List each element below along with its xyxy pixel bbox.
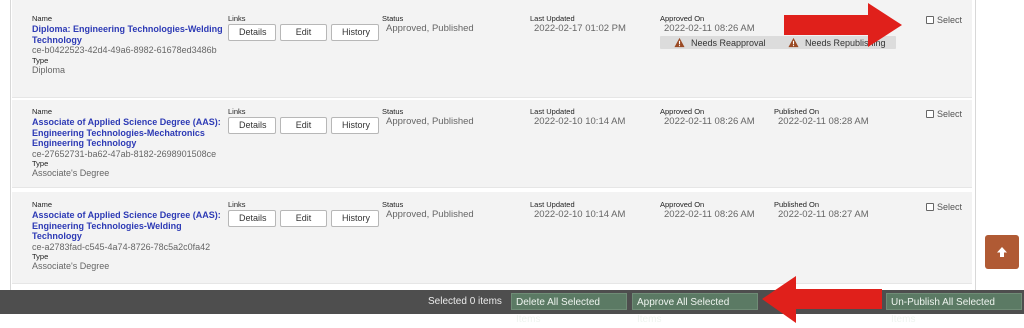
published-on-label: Published On xyxy=(774,107,820,116)
program-type: Diploma xyxy=(32,64,66,75)
status-value: Approved, Published xyxy=(386,116,474,127)
approved-on-value: 2022-02-11 08:26 AM xyxy=(664,209,755,220)
edit-button[interactable]: Edit xyxy=(280,117,327,134)
history-button[interactable]: History xyxy=(331,24,379,41)
select-checkbox[interactable] xyxy=(926,110,934,118)
type-label: Type xyxy=(32,55,49,65)
links-label: Links xyxy=(228,107,246,116)
last-updated-value: 2022-02-10 10:14 AM xyxy=(534,209,626,220)
history-button[interactable]: History xyxy=(331,117,379,134)
approved-on-label: Approved On xyxy=(660,107,705,116)
annotation-arrow-icon xyxy=(784,3,902,47)
select-checkbox[interactable] xyxy=(926,16,934,24)
published-on-label: Published On xyxy=(774,200,820,209)
last-updated-column: Last Updated 2022-02-10 10:14 AM xyxy=(530,107,625,127)
selected-count: Selected 0 items xyxy=(428,296,502,307)
select-label: Select xyxy=(937,202,963,212)
select-control[interactable]: Select xyxy=(926,109,962,119)
arrow-up-icon xyxy=(997,247,1007,257)
status-column: Status Approved, Published xyxy=(382,14,474,34)
last-updated-label: Last Updated xyxy=(530,107,575,116)
approved-on-column: Approved On 2022-02-11 08:26 AM Needs Re… xyxy=(660,14,776,53)
edit-button[interactable]: Edit xyxy=(280,210,327,227)
select-label: Select xyxy=(937,15,963,25)
program-title-link[interactable]: Associate of Applied Science Degree (AAS… xyxy=(32,210,232,242)
links-column: Links Details Edit History xyxy=(228,107,379,134)
approved-on-value: 2022-02-11 08:26 AM xyxy=(664,23,755,34)
name-label: Name xyxy=(32,14,53,23)
name-label: Name xyxy=(32,107,53,116)
scroll-to-top-button[interactable] xyxy=(985,235,1019,269)
approved-on-column: Approved On 2022-02-11 08:26 AM xyxy=(660,200,755,220)
program-type: Associate's Degree xyxy=(32,261,110,271)
links-column: Links Details Edit History xyxy=(228,14,379,41)
select-control[interactable]: Select xyxy=(926,15,962,25)
status-column: Status Approved, Published xyxy=(382,200,474,220)
list-item: Name Associate of Applied Science Degree… xyxy=(12,100,972,188)
type-label: Type xyxy=(32,159,49,168)
name-label: Name xyxy=(32,200,53,209)
links-label: Links xyxy=(228,14,246,23)
links-label: Links xyxy=(228,200,246,209)
last-updated-value: 2022-02-10 10:14 AM xyxy=(534,116,626,127)
program-id: ce-b0422523-42d4-49a6-8982-61678ed3486b xyxy=(32,45,217,55)
unpublish-all-selected-button[interactable]: Un-Publish All Selected Items xyxy=(886,293,1022,325)
last-updated-column: Last Updated 2022-02-17 01:02 PM xyxy=(530,14,626,34)
details-button[interactable]: Details xyxy=(228,117,276,134)
last-updated-label: Last Updated xyxy=(530,200,575,209)
name-column: Name Associate of Applied Science Degree… xyxy=(32,200,232,272)
delete-all-selected-button[interactable]: Delete All Selected Items xyxy=(511,293,627,325)
program-id: ce-a2783fad-c545-4a74-8726-78c5a2c0fa42 xyxy=(32,241,211,252)
published-on-column: Published On 2022-02-11 08:27 AM xyxy=(774,200,869,220)
approved-on-column: Approved On 2022-02-11 08:26 AM xyxy=(660,107,755,127)
links-column: Links Details Edit History xyxy=(228,200,379,227)
status-label: Status xyxy=(382,14,404,23)
needs-reapproval-text: Needs Reapproval xyxy=(691,37,766,48)
edit-button[interactable]: Edit xyxy=(280,24,327,41)
name-column: Name Diploma: Engineering Technologies-W… xyxy=(32,14,232,75)
approve-all-selected-button[interactable]: Approve All Selected Items xyxy=(632,293,758,325)
approved-on-value: 2022-02-11 08:26 AM xyxy=(664,116,755,127)
program-title-link[interactable]: Associate of Applied Science Degree (AAS… xyxy=(32,117,232,149)
last-updated-label: Last Updated xyxy=(530,14,575,23)
approved-on-label: Approved On xyxy=(660,14,705,23)
approved-on-label: Approved On xyxy=(660,200,705,209)
program-title-link[interactable]: Diploma: Engineering Technologies-Weldin… xyxy=(32,24,232,45)
details-button[interactable]: Details xyxy=(228,24,276,41)
program-type: Associate's Degree xyxy=(32,168,110,178)
list-item: Name Associate of Applied Science Degree… xyxy=(12,192,972,284)
status-label: Status xyxy=(382,200,404,209)
published-on-value: 2022-02-11 08:28 AM xyxy=(778,116,869,127)
details-button[interactable]: Details xyxy=(228,210,276,227)
needs-reapproval-badge: Needs Reapproval xyxy=(660,36,776,49)
published-on-value: 2022-02-11 08:27 AM xyxy=(778,209,869,220)
annotation-arrow-icon xyxy=(762,276,882,323)
program-id: ce-27652731-ba62-47ab-8182-2698901508ce xyxy=(32,148,217,159)
name-column: Name Associate of Applied Science Degree… xyxy=(32,107,232,179)
select-label: Select xyxy=(937,109,963,119)
select-control[interactable]: Select xyxy=(926,202,962,212)
published-on-column: Published On 2022-02-11 08:28 AM xyxy=(774,107,869,127)
status-value: Approved, Published xyxy=(386,23,474,34)
status-column: Status Approved, Published xyxy=(382,107,474,127)
history-button[interactable]: History xyxy=(331,210,379,227)
last-updated-column: Last Updated 2022-02-10 10:14 AM xyxy=(530,200,625,220)
warning-triangle-icon xyxy=(674,37,685,48)
last-updated-value: 2022-02-17 01:02 PM xyxy=(534,23,626,34)
status-value: Approved, Published xyxy=(386,209,474,220)
status-label: Status xyxy=(382,107,404,116)
type-label: Type xyxy=(32,252,49,261)
select-checkbox[interactable] xyxy=(926,203,934,211)
